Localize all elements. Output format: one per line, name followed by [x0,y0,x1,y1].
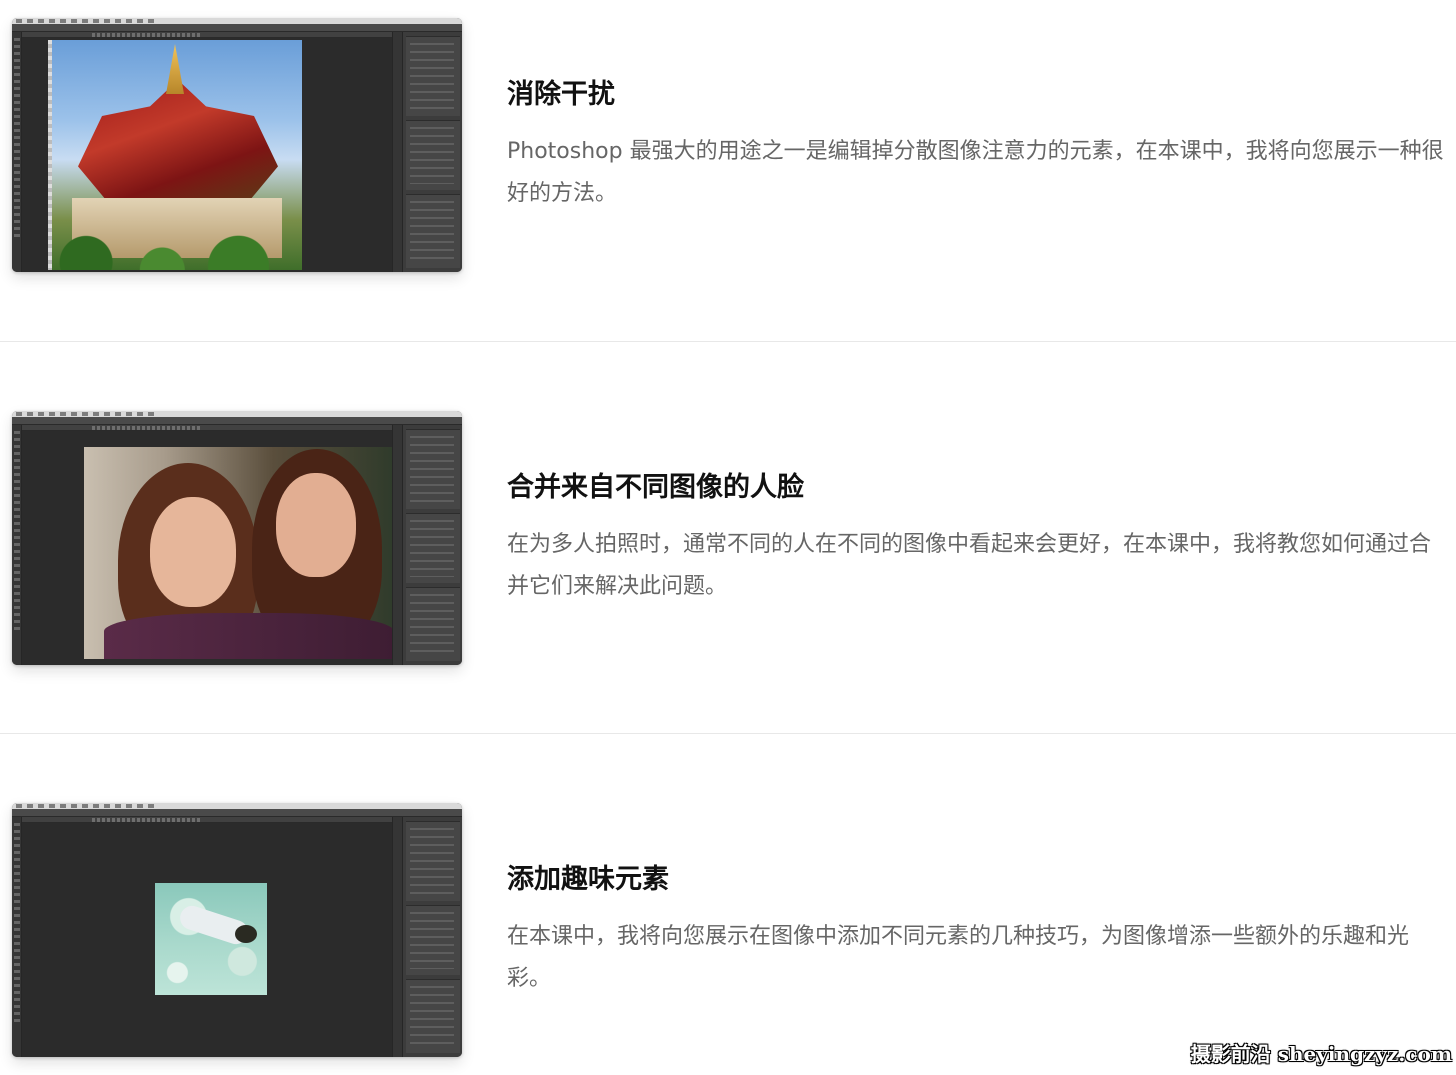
photoshop-toolbar [12,32,22,272]
lesson-title[interactable]: 添加趣味元素 [507,863,1407,897]
photoshop-options-bar [12,809,462,817]
lesson-description: Photoshop 最强大的用途之一是编辑掉分散图像注意力的元素，在本课中，我将… [507,139,1444,206]
lesson-thumbnail[interactable] [12,18,462,272]
lesson-card: 添加趣味元素 在本课中，我将向您展示在图像中添加不同元素的几种技巧，为图像增添一… [0,784,1456,1075]
temple-photo [48,40,302,270]
lesson-description: 在本课中，我将向您展示在图像中添加不同元素的几种技巧，为图像增添一些额外的乐趣和… [507,924,1410,991]
lesson-description: 在为多人拍照时，通常不同的人在不同的图像中看起来会更好，在本课中，我将教您如何通… [507,532,1432,599]
photoshop-toolbar [12,425,22,665]
photoshop-panels [402,425,462,665]
photoshop-options-bar [12,417,462,425]
photoshop-panel-strip [392,817,402,1057]
lesson-card: 消除干扰 Photoshop 最强大的用途之一是编辑掉分散图像注意力的元素，在本… [0,0,1456,300]
lesson-thumbnail[interactable] [12,411,462,665]
section-divider [0,733,1456,734]
photoshop-document-tabs [22,817,412,823]
photoshop-document-tabs [22,32,412,38]
lesson-thumbnail[interactable] [12,803,462,1057]
lesson-title[interactable]: 合并来自不同图像的人脸 [507,471,1407,505]
lessons-page: 消除干扰 Photoshop 最强大的用途之一是编辑掉分散图像注意力的元素，在本… [0,0,1456,1075]
lesson-title[interactable]: 消除干扰 [507,78,1407,112]
photoshop-toolbar [12,817,22,1057]
portrait-photo [84,447,400,659]
photoshop-panel-strip [392,425,402,665]
photoshop-panel-strip [392,32,402,272]
photoshop-panels [402,817,462,1057]
site-watermark: 摄影前沿 sheyingzyz.com [1190,1042,1452,1066]
lesson-card: 合并来自不同图像的人脸 在为多人拍照时，通常不同的人在不同的图像中看起来会更好，… [0,392,1456,692]
photoshop-options-bar [12,24,462,32]
photoshop-panels [402,32,462,272]
section-divider [0,341,1456,342]
photoshop-document-tabs [22,425,412,431]
underwater-photo [155,883,267,995]
